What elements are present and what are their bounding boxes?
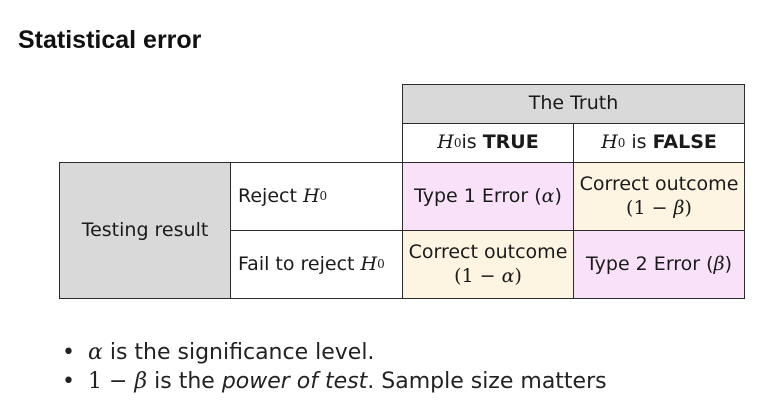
fail-reject-row-label: Fail to reject H0 bbox=[230, 230, 403, 299]
reject-sub: 0 bbox=[319, 189, 328, 203]
correct2-line2: (1 − α) bbox=[454, 265, 522, 289]
h0-false-symbol: H bbox=[601, 131, 618, 154]
correct1-sym: β bbox=[673, 196, 685, 219]
type1-text: Type 1 Error ( bbox=[414, 184, 542, 207]
bullet1-text: is the significance level. bbox=[102, 340, 375, 365]
fail-reject-symbol: H bbox=[360, 252, 378, 275]
type2-sym: β bbox=[713, 252, 725, 275]
correct1-line1: Correct outcome bbox=[579, 172, 739, 195]
truth-header-label: The Truth bbox=[528, 92, 619, 115]
bullet-item: • 1 − β is the power of test. Sample siz… bbox=[62, 367, 607, 396]
bullet-item: • α is the significance level. bbox=[62, 338, 607, 367]
correct1-close: ) bbox=[684, 196, 692, 219]
bullet2-mid: is the bbox=[147, 369, 222, 394]
slide-title: Statistical error bbox=[18, 26, 202, 54]
fail-reject-sub: 0 bbox=[377, 257, 385, 271]
bullet2-pre: 1 − bbox=[88, 369, 135, 394]
h0-false-bold: FALSE bbox=[652, 131, 717, 154]
h0-false-header: H0 is FALSE bbox=[573, 123, 745, 163]
testing-result-cell: Testing result bbox=[59, 162, 231, 299]
correct-outcome-alpha-cell: Correct outcome (1 − α) bbox=[402, 230, 574, 299]
h0-true-bold: TRUE bbox=[482, 131, 539, 154]
correct1-open: (1 − bbox=[626, 196, 674, 219]
bullet2-sym: β bbox=[134, 369, 148, 394]
fail-reject-text: Fail to reject bbox=[238, 252, 355, 275]
correct2-close: ) bbox=[514, 264, 522, 287]
testing-result-label: Testing result bbox=[81, 218, 209, 241]
correct1-line2: (1 − β) bbox=[626, 197, 692, 221]
bullet-dot-icon: • bbox=[62, 369, 75, 394]
correct2-sym: α bbox=[501, 264, 515, 287]
type2-close: ) bbox=[724, 252, 732, 275]
bullet2-em: power of test bbox=[221, 369, 368, 394]
correct2-open: (1 − bbox=[454, 264, 502, 287]
bullet-dot-icon: • bbox=[62, 340, 75, 365]
correct-outcome-beta-cell: Correct outcome (1 − β) bbox=[573, 162, 745, 231]
type1-error-cell: Type 1 Error (α) bbox=[402, 162, 574, 231]
type1-close: ) bbox=[554, 184, 562, 207]
h0-true-sub: 0 bbox=[453, 135, 462, 150]
truth-header: The Truth bbox=[402, 84, 745, 124]
type1-sym: α bbox=[541, 184, 555, 207]
reject-text: Reject bbox=[238, 184, 297, 207]
correct2-line1: Correct outcome bbox=[408, 240, 568, 263]
h0-true-suffix: is bbox=[461, 131, 477, 154]
h0-false-suffix: is bbox=[631, 131, 647, 154]
reject-row-label: Reject H0 bbox=[230, 162, 403, 231]
type2-error-cell: Type 2 Error (β) bbox=[573, 230, 745, 299]
h0-false-sub: 0 bbox=[617, 135, 626, 150]
h0-true-header: H 0 is TRUE bbox=[402, 123, 574, 163]
reject-symbol: H bbox=[302, 184, 320, 207]
h0-true-symbol: H bbox=[437, 131, 454, 154]
type2-text: Type 2 Error ( bbox=[586, 252, 714, 275]
bullet1-sym: α bbox=[88, 340, 103, 365]
bullet2-post: . Sample size matters bbox=[367, 369, 607, 394]
bullet-list: • α is the significance level. • 1 − β i… bbox=[62, 338, 607, 396]
